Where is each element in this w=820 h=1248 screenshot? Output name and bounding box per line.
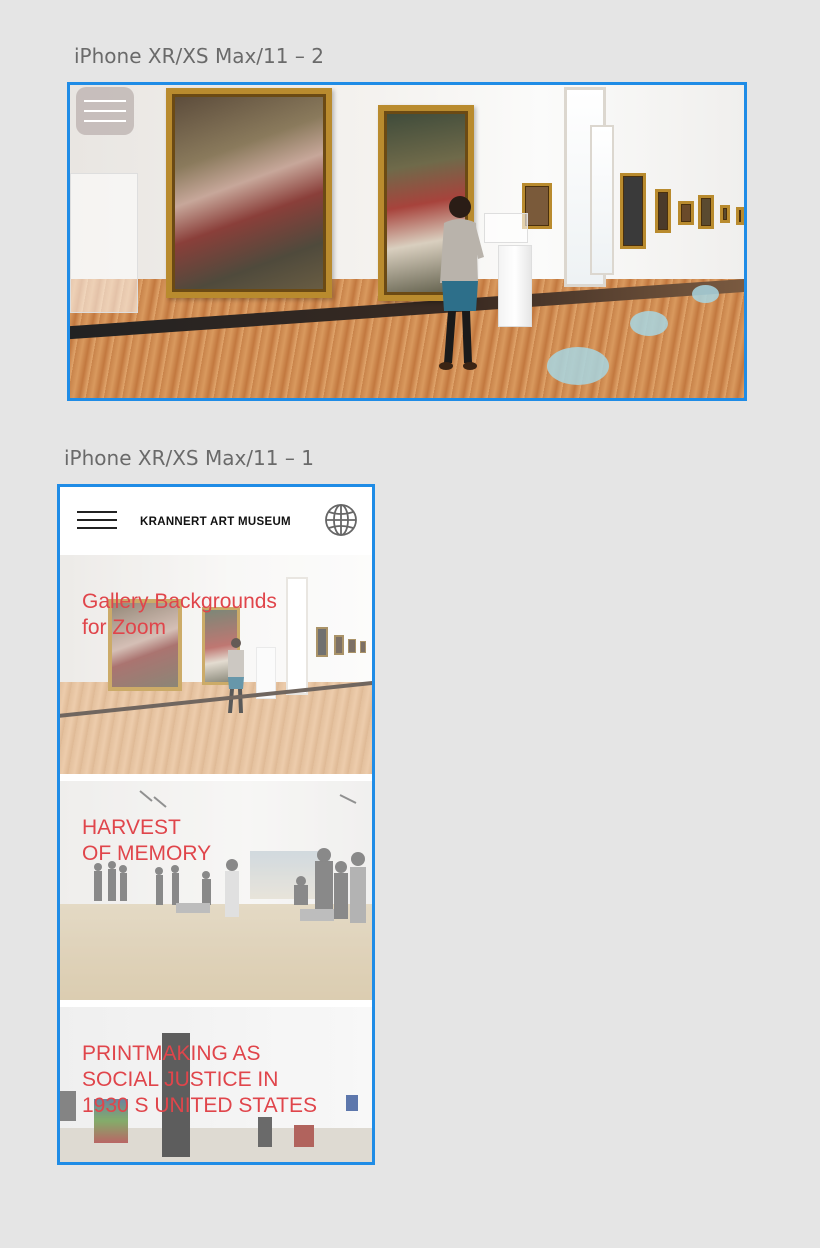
- painting: [720, 205, 730, 223]
- menu-line: [77, 527, 117, 529]
- painting: [620, 173, 646, 249]
- feature-card-gallery-backgrounds[interactable]: Gallery Backgrounds for Zoom: [60, 555, 372, 774]
- menu-line: [77, 519, 117, 521]
- feature-title: PRINTMAKING AS SOCIAL JUSTICE IN 1930 S …: [82, 1042, 317, 1117]
- menu-line: [84, 120, 126, 122]
- display-case: [70, 173, 138, 313]
- feature-title: Gallery Backgrounds for Zoom: [82, 590, 277, 639]
- painting: [655, 189, 671, 233]
- feature-title: HARVEST OF MEMORY: [82, 816, 212, 865]
- artboard-label-portrait[interactable]: iPhone XR/XS Max/11 – 1: [64, 446, 314, 470]
- pedestal: [498, 245, 532, 327]
- menu-line: [84, 100, 126, 102]
- menu-line: [77, 511, 117, 513]
- app-header: KRANNERT ART MUSEUM: [60, 487, 372, 555]
- gallery-photo: [70, 85, 744, 398]
- navigation-hotspot[interactable]: [547, 347, 609, 385]
- painting: [698, 195, 714, 229]
- menu-button[interactable]: [76, 87, 134, 135]
- painting: [166, 88, 332, 298]
- artboard-portrait[interactable]: KRANNERT ART MUSEUM Gallery Backgrounds …: [57, 484, 375, 1165]
- hamburger-menu-icon[interactable]: [77, 509, 117, 531]
- visitor-figure: [439, 196, 484, 370]
- feature-card-printmaking[interactable]: PRINTMAKING AS SOCIAL JUSTICE IN 1930 S …: [60, 1007, 372, 1162]
- image-overlay: [60, 555, 372, 774]
- artboard-label-landscape[interactable]: iPhone XR/XS Max/11 – 2: [74, 44, 324, 68]
- museum-title[interactable]: KRANNERT ART MUSEUM: [140, 516, 291, 528]
- globe-icon[interactable]: [324, 503, 358, 537]
- navigation-hotspot[interactable]: [692, 285, 719, 303]
- painting: [736, 207, 744, 225]
- painting: [678, 201, 694, 225]
- image-overlay: [60, 781, 372, 1000]
- artboard-landscape[interactable]: [67, 82, 747, 401]
- gallery-window: [590, 125, 614, 275]
- navigation-hotspot[interactable]: [630, 311, 668, 336]
- feature-card-harvest-of-memory[interactable]: HARVEST OF MEMORY: [60, 781, 372, 1000]
- menu-line: [84, 110, 126, 112]
